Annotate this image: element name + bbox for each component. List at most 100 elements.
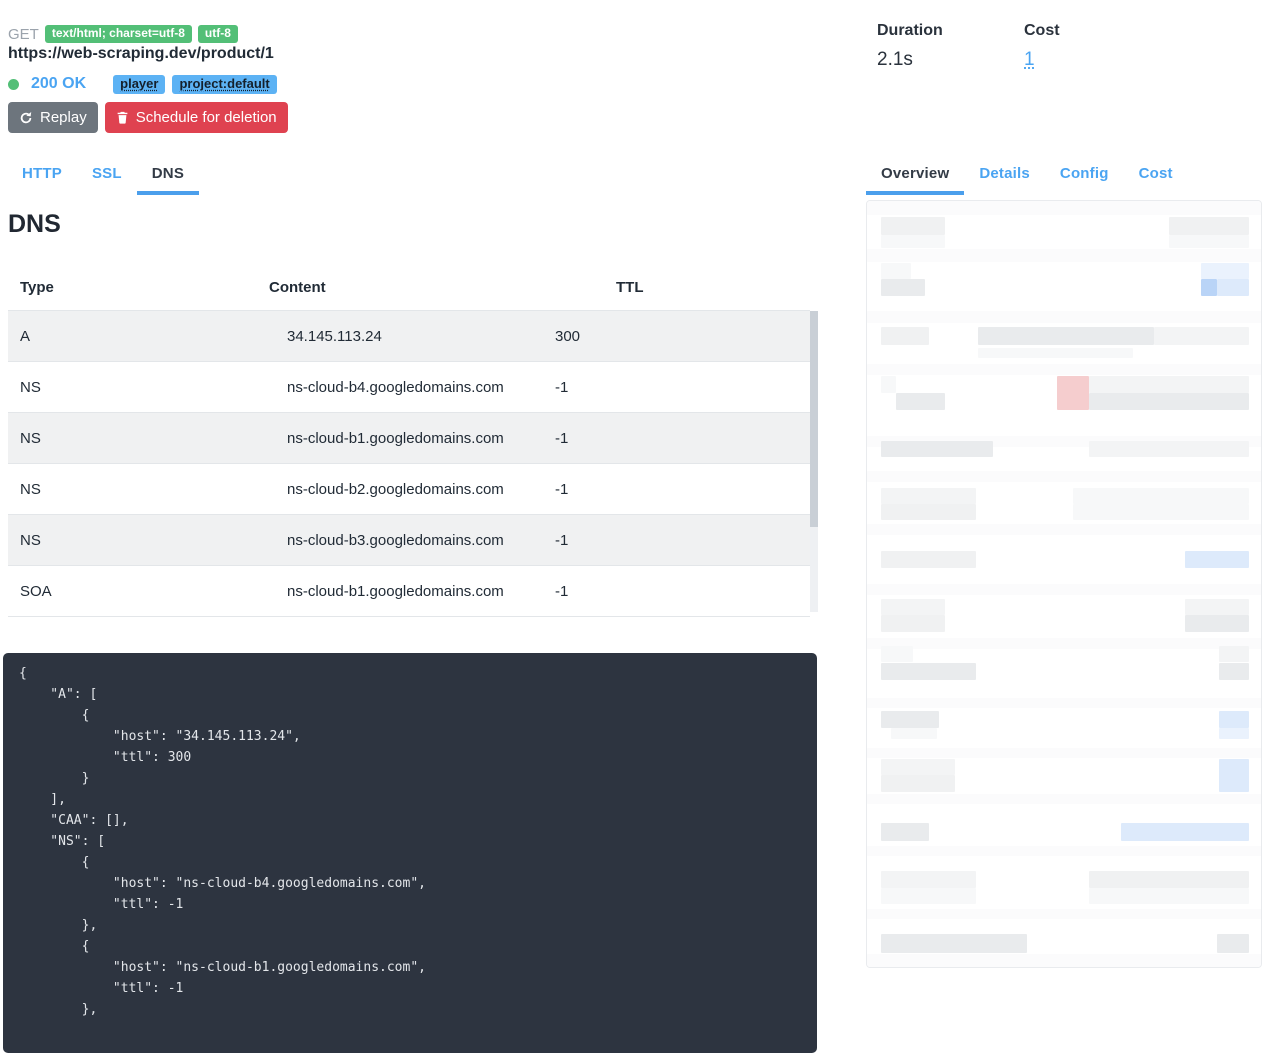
content-type-badge: text/html; charset=utf-8 [44, 25, 192, 44]
dns-record-cell: ns-cloud-b3.googledomains.com [255, 514, 555, 566]
encoding-badge: utf-8 [197, 25, 238, 44]
redacted-block [867, 311, 1261, 323]
dns-record-cell: ns-cloud-b2.googledomains.com [255, 463, 555, 515]
redacted-block [891, 728, 937, 739]
redacted-block [881, 615, 945, 632]
status-success-dot-icon [8, 78, 19, 90]
dns-record-row: A 34.145.113.24 300 [8, 310, 810, 362]
redacted-block [867, 471, 1261, 482]
redacted-block [1217, 934, 1249, 953]
redacted-block [881, 599, 945, 615]
schedule-deletion-button[interactable]: Schedule for deletion [104, 102, 288, 133]
dns-record-cell: ns-cloud-b1.googledomains.com [255, 412, 555, 464]
redacted-block [1185, 551, 1249, 568]
redacted-block [867, 954, 1261, 967]
redacted-block [867, 364, 1261, 375]
redacted-block [1219, 646, 1249, 662]
redacted-block [1121, 823, 1249, 841]
cost-metric: Cost 1 [1024, 22, 1060, 71]
request-method-row: GET text/html; charset=utf-8 utf-8 [8, 25, 238, 44]
column-header-type: Type [20, 279, 54, 296]
panel-tabs: Overview Details Config Cost [866, 154, 1188, 195]
redacted-block [1089, 393, 1249, 410]
redacted-block [1073, 488, 1249, 504]
duration-metric: Duration 2.1s [877, 22, 943, 71]
tab-http[interactable]: HTTP [7, 154, 77, 195]
redacted-block [881, 775, 955, 792]
trash-icon [116, 111, 129, 124]
tag-badge-player[interactable]: player [113, 74, 166, 94]
overview-panel [866, 200, 1262, 968]
dns-record-cell: SOA [8, 565, 255, 617]
redacted-block [867, 698, 1261, 708]
redacted-block [1217, 279, 1249, 296]
redacted-block [881, 871, 976, 888]
dns-record-cell: -1 [555, 361, 810, 413]
status-code: 200 OK [31, 75, 87, 92]
dns-table-header-row: Type Content TTL [8, 265, 810, 311]
request-tabs: HTTP SSL DNS [7, 154, 200, 195]
column-header-content: Content [269, 279, 326, 296]
dns-record-cell: NS [8, 514, 255, 566]
tab-config[interactable]: Config [1045, 154, 1124, 195]
dns-records-table: Type Content TTL A 34.145.113.24 300 NS ns-clo… [8, 265, 810, 617]
redacted-block [881, 235, 945, 248]
dns-record-cell: NS [8, 463, 255, 515]
redacted-block [881, 504, 976, 520]
dns-record-row: NS ns-cloud-b4.googledomains.com -1 [8, 361, 810, 413]
replay-button[interactable]: Replay [8, 102, 98, 133]
tab-details[interactable]: Details [964, 154, 1045, 195]
table-scrollbar-thumb[interactable] [810, 311, 818, 527]
request-url: https://web-scraping.dev/product/1 [8, 45, 274, 62]
dns-record-cell: -1 [555, 514, 810, 566]
redacted-block [1169, 217, 1249, 235]
replay-button-label: Replay [40, 109, 87, 126]
redacted-block [881, 888, 976, 904]
duration-value: 2.1s [877, 49, 913, 70]
dns-record-cell: -1 [555, 565, 810, 617]
dns-record-row: NS ns-cloud-b3.googledomains.com -1 [8, 514, 810, 566]
action-buttons: Replay Schedule for deletion [8, 102, 288, 133]
redacted-block [1201, 263, 1249, 279]
tab-cost[interactable]: Cost [1124, 154, 1188, 195]
tab-ssl[interactable]: SSL [77, 154, 137, 195]
redacted-block [867, 794, 1261, 804]
redacted-block [867, 249, 1261, 262]
redacted-block [867, 748, 1261, 758]
dns-table-wrap: Type Content TTL A 34.145.113.24 300 NS ns-clo… [8, 265, 810, 617]
redacted-block [1073, 504, 1249, 520]
redacted-block [1185, 615, 1249, 632]
redacted-block [881, 711, 939, 728]
tab-dns[interactable]: DNS [136, 154, 200, 195]
redacted-block [1089, 376, 1249, 393]
tag-badge-project-default[interactable]: project:default [172, 74, 277, 94]
dns-record-row: SOA ns-cloud-b1.googledomains.com -1 [8, 565, 810, 617]
dns-table-body: A 34.145.113.24 300 NS ns-cloud-b4.googledom… [8, 310, 810, 617]
page: { "request": { "method": "GET", "content… [0, 0, 1275, 1053]
redacted-block [978, 348, 1133, 358]
redacted-block [1219, 759, 1249, 792]
dns-json-code: { "A": [ { "host": "34.145.113.24", "ttl… [19, 666, 426, 1017]
redacted-block [881, 279, 925, 296]
redacted-block [867, 638, 1261, 649]
delete-button-label: Schedule for deletion [135, 109, 277, 126]
dns-record-cell: ns-cloud-b4.googledomains.com [255, 361, 555, 413]
redacted-block [867, 846, 1261, 856]
redacted-block [1219, 711, 1249, 728]
tab-overview[interactable]: Overview [866, 154, 965, 195]
status-row: 200 OK player project:default [8, 74, 277, 94]
dns-record-cell: A [8, 310, 255, 362]
redacted-block [1185, 599, 1249, 615]
redacted-block [867, 201, 1261, 215]
redacted-block [1219, 728, 1249, 739]
cost-label: Cost [1024, 22, 1060, 39]
redacted-block [881, 376, 896, 393]
redacted-block [867, 524, 1261, 535]
cost-value-link[interactable]: 1 [1024, 49, 1035, 71]
redacted-block [1089, 888, 1249, 904]
redacted-block [1154, 327, 1249, 345]
redacted-block [1089, 441, 1249, 457]
dns-section-title: DNS [8, 210, 61, 238]
redacted-block [867, 909, 1261, 919]
dns-record-cell: -1 [555, 463, 810, 515]
